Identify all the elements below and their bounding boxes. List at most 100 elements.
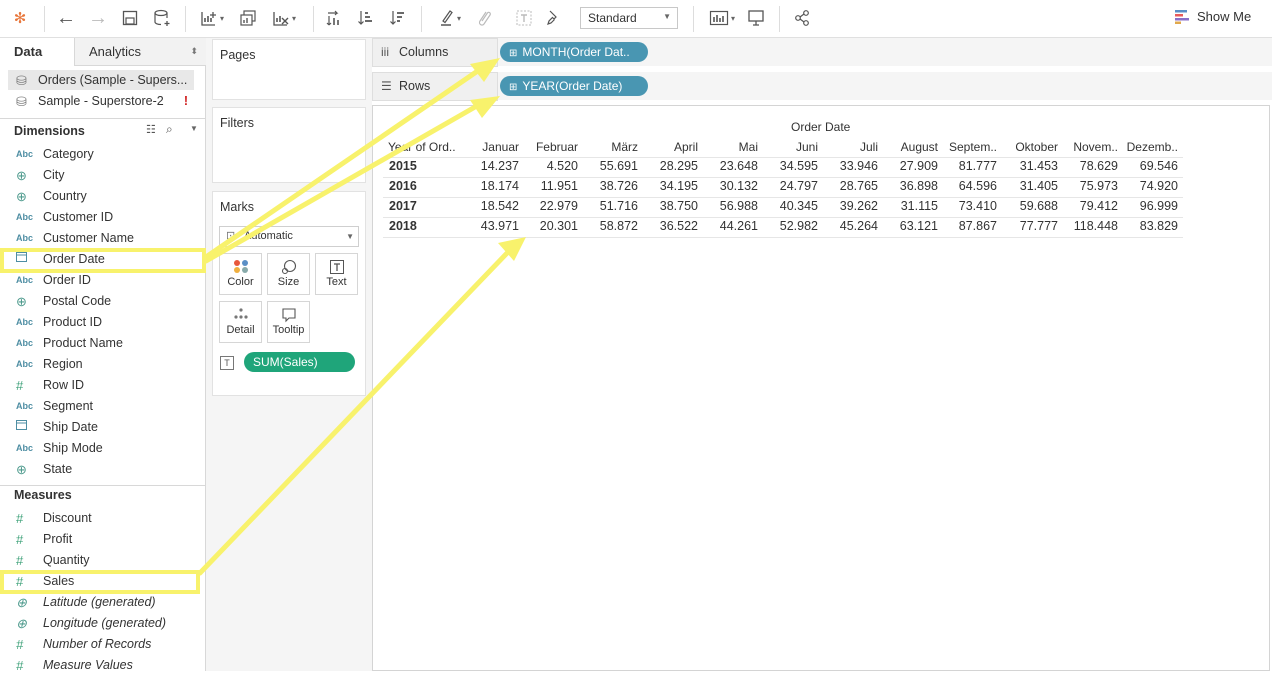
table-cell[interactable]: 18.542	[461, 199, 519, 213]
month-header[interactable]: Dezemb..	[1108, 140, 1178, 154]
highlight-icon[interactable]: ▾	[432, 7, 468, 29]
table-cell[interactable]: 38.750	[640, 199, 698, 213]
table-cell[interactable]: 118.448	[1060, 219, 1118, 233]
show-cards-icon[interactable]: ▾	[704, 7, 740, 29]
tableau-logo-icon[interactable]: ✻	[8, 7, 32, 29]
table-cell[interactable]: 43.971	[461, 219, 519, 233]
year-header[interactable]: 2015	[389, 159, 417, 173]
size-button[interactable]: Size	[267, 253, 310, 295]
year-header[interactable]: 2016	[389, 179, 417, 193]
year-order-date-pill[interactable]: ⊞ YEAR(Order Date)	[500, 76, 648, 96]
table-cell[interactable]: 38.726	[580, 179, 638, 193]
sum-sales-pill[interactable]: SUM(Sales)	[244, 352, 355, 372]
table-cell[interactable]: 87.867	[939, 219, 997, 233]
measure-latitude-generated[interactable]: ⊕ Latitude (generated)	[0, 592, 206, 613]
table-cell[interactable]: 55.691	[580, 159, 638, 173]
dimension-ship-date[interactable]: Ship Date	[0, 417, 206, 438]
table-cell[interactable]: 56.988	[700, 199, 758, 213]
table-cell[interactable]: 24.797	[760, 179, 818, 193]
dimension-customer-id[interactable]: Abc Customer ID	[0, 207, 206, 228]
new-datasource-icon[interactable]	[150, 7, 174, 29]
swap-rows-columns-icon[interactable]	[322, 7, 346, 29]
table-cell[interactable]: 36.898	[880, 179, 938, 193]
clear-sheet-icon[interactable]: ▾	[266, 7, 302, 29]
dimension-row-id[interactable]: # Row ID	[0, 375, 206, 396]
table-cell[interactable]: 28.765	[820, 179, 878, 193]
measure-profit[interactable]: # Profit	[0, 529, 206, 550]
view-canvas[interactable]: Order Date Year of Ord.. Januar Februar Mä…	[372, 105, 1270, 671]
table-cell[interactable]: 28.295	[640, 159, 698, 173]
filters-card[interactable]: Filters	[212, 107, 366, 183]
table-cell[interactable]: 4.520	[520, 159, 578, 173]
fix-axes-icon[interactable]	[541, 7, 565, 29]
chevron-down-icon[interactable]: ▼	[190, 124, 198, 133]
table-cell[interactable]: 77.777	[1000, 219, 1058, 233]
table-cell[interactable]: 39.262	[820, 199, 878, 213]
dimension-city[interactable]: ⊕ City	[0, 165, 206, 186]
save-icon[interactable]	[118, 7, 142, 29]
measure-number-of-records[interactable]: # Number of Records	[0, 634, 206, 655]
table-cell[interactable]: 52.982	[760, 219, 818, 233]
group-members-icon[interactable]	[472, 7, 496, 29]
table-cell[interactable]: 63.121	[880, 219, 938, 233]
show-me-button[interactable]: Show Me	[1175, 9, 1251, 24]
detail-button[interactable]: Detail	[219, 301, 262, 343]
table-cell[interactable]: 31.453	[1000, 159, 1058, 173]
tab-analytics[interactable]: Analytics ⬍	[74, 38, 206, 66]
dimension-postal-code[interactable]: ⊕ Postal Code	[0, 291, 206, 312]
table-cell[interactable]: 79.412	[1060, 199, 1118, 213]
table-cell[interactable]: 74.920	[1120, 179, 1178, 193]
tooltip-button[interactable]: Tooltip	[267, 301, 310, 343]
dimension-segment[interactable]: Abc Segment	[0, 396, 206, 417]
measure-measure-values[interactable]: # Measure Values	[0, 655, 206, 676]
table-cell[interactable]: 59.688	[1000, 199, 1058, 213]
table-cell[interactable]: 75.973	[1060, 179, 1118, 193]
table-cell[interactable]: 81.777	[939, 159, 997, 173]
month-header[interactable]: Septem..	[927, 140, 997, 154]
table-cell[interactable]: 83.829	[1120, 219, 1178, 233]
sort-ascending-icon[interactable]	[354, 7, 378, 29]
text-button[interactable]: Text	[315, 253, 358, 295]
table-cell[interactable]: 30.132	[700, 179, 758, 193]
table-cell[interactable]: 45.264	[820, 219, 878, 233]
table-cell[interactable]: 78.629	[1060, 159, 1118, 173]
table-cell[interactable]: 58.872	[580, 219, 638, 233]
dimension-customer-name[interactable]: Abc Customer Name	[0, 228, 206, 249]
table-cell[interactable]: 23.648	[700, 159, 758, 173]
table-cell[interactable]: 36.522	[640, 219, 698, 233]
duplicate-sheet-icon[interactable]	[236, 7, 260, 29]
table-cell[interactable]: 31.115	[880, 199, 938, 213]
color-button[interactable]: Color	[219, 253, 262, 295]
dimension-order-id[interactable]: Abc Order ID	[0, 270, 206, 291]
table-cell[interactable]: 18.174	[461, 179, 519, 193]
table-cell[interactable]: 31.405	[1000, 179, 1058, 193]
year-header[interactable]: 2017	[389, 199, 417, 213]
table-cell[interactable]: 51.716	[580, 199, 638, 213]
table-cell[interactable]: 33.946	[820, 159, 878, 173]
datasource-superstore-2[interactable]: ⛁ Sample - Superstore-2 !	[8, 91, 194, 111]
table-cell[interactable]: 14.237	[461, 159, 519, 173]
table-cell[interactable]: 64.596	[939, 179, 997, 193]
year-header[interactable]: 2018	[389, 219, 417, 233]
table-cell[interactable]: 22.979	[520, 199, 578, 213]
dimension-product-id[interactable]: Abc Product ID	[0, 312, 206, 333]
fit-width-select[interactable]: Standard ▼	[580, 7, 678, 29]
table-cell[interactable]: 44.261	[700, 219, 758, 233]
table-cell[interactable]: 40.345	[760, 199, 818, 213]
new-worksheet-icon[interactable]: ▾	[194, 7, 230, 29]
share-icon[interactable]	[790, 7, 814, 29]
tab-data[interactable]: Data	[0, 38, 74, 67]
dimension-product-name[interactable]: Abc Product Name	[0, 333, 206, 354]
month-order-date-pill[interactable]: ⊞ MONTH(Order Dat..	[500, 42, 648, 62]
search-icon[interactable]: ⌕	[166, 122, 173, 137]
table-cell[interactable]: 34.195	[640, 179, 698, 193]
table-cell[interactable]: 69.546	[1120, 159, 1178, 173]
presentation-mode-icon[interactable]	[744, 7, 768, 29]
table-cell[interactable]: 34.595	[760, 159, 818, 173]
columns-shelf[interactable]: iii Columns ⊞ MONTH(Order Dat..	[372, 38, 1272, 67]
measure-quantity[interactable]: # Quantity	[0, 550, 206, 571]
row-header-label[interactable]: Year of Ord..	[388, 140, 456, 154]
rows-shelf[interactable]: ☰ Rows ⊞ YEAR(Order Date)	[372, 72, 1272, 101]
datasource-orders[interactable]: ⛁ Orders (Sample - Supers...	[8, 70, 194, 90]
dimension-ship-mode[interactable]: Abc Ship Mode	[0, 438, 206, 459]
